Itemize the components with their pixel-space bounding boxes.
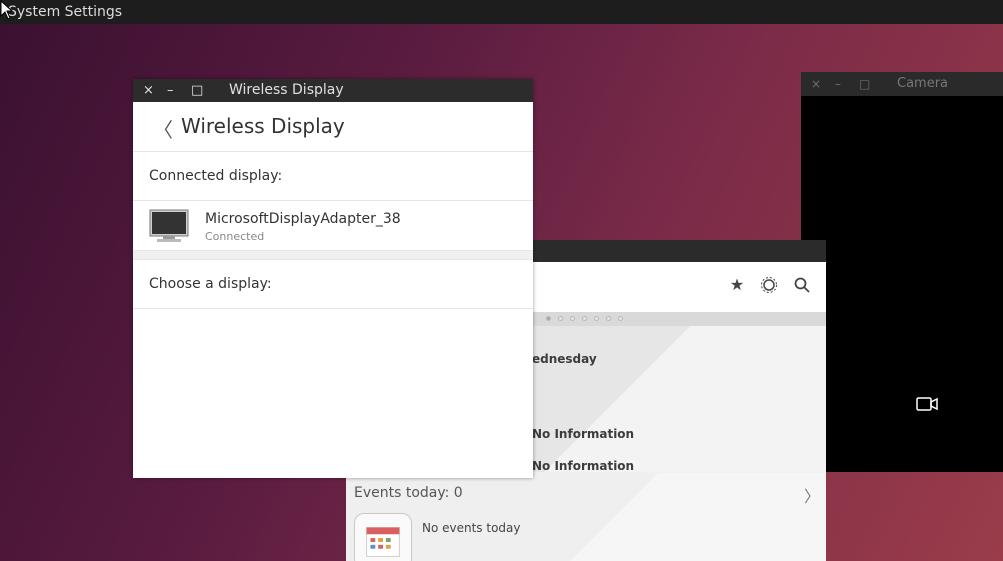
- events-label: Events today: 0: [354, 485, 463, 501]
- connected-section-header: Connected display:: [133, 152, 533, 201]
- page-header: 〈 Wireless Display: [133, 102, 533, 152]
- maximize-icon[interactable]: □: [859, 72, 870, 96]
- close-icon[interactable]: ×: [811, 72, 821, 96]
- day-label: ednesday: [532, 352, 597, 366]
- page-dot[interactable]: [558, 316, 563, 321]
- gear-icon[interactable]: [760, 276, 778, 294]
- info-value: No Information: [532, 459, 635, 473]
- camera-window: × – □ Camera: [801, 72, 1003, 472]
- connected-display-item[interactable]: MicrosoftDisplayAdapter_38 Connected: [133, 201, 533, 251]
- page-dot[interactable]: [594, 316, 599, 321]
- wireless-display-window: × – □ Wireless Display 〈 Wireless Displa…: [133, 79, 533, 478]
- app-title: System Settings: [8, 4, 123, 20]
- chevron-right-icon[interactable]: 〉: [804, 483, 820, 507]
- device-name: MicrosoftDisplayAdapter_38: [205, 211, 401, 227]
- camera-title: Camera: [897, 76, 949, 91]
- choose-section-header: Choose a display:: [133, 260, 533, 309]
- info-value: No Information: [532, 427, 635, 441]
- search-icon[interactable]: [793, 276, 811, 294]
- page-title: Wireless Display: [181, 114, 345, 138]
- window-title: Wireless Display: [229, 82, 344, 98]
- video-camera-icon[interactable]: [916, 397, 938, 411]
- minimize-icon[interactable]: –: [167, 79, 174, 102]
- page-dot[interactable]: [570, 316, 575, 321]
- calendar-icon: [354, 513, 412, 561]
- divider: [133, 251, 533, 260]
- mouse-cursor-icon: [0, 0, 14, 20]
- monitor-icon: [149, 209, 189, 242]
- close-icon[interactable]: ×: [143, 79, 154, 102]
- camera-titlebar: × – □ Camera: [801, 72, 1003, 96]
- page-dot[interactable]: [618, 316, 623, 321]
- maximize-icon[interactable]: □: [191, 79, 203, 102]
- star-icon[interactable]: ★: [728, 276, 746, 294]
- page-dot[interactable]: [546, 316, 551, 321]
- back-button[interactable]: 〈: [153, 114, 173, 143]
- events-panel[interactable]: Events today: 0 〉 No events today: [346, 473, 826, 561]
- minimize-icon[interactable]: –: [835, 72, 841, 96]
- wireless-titlebar: × – □ Wireless Display: [133, 79, 533, 102]
- choose-section-label: Choose a display:: [149, 276, 272, 292]
- page-dot[interactable]: [606, 316, 611, 321]
- connected-section-label: Connected display:: [149, 168, 283, 184]
- device-status: Connected: [205, 230, 265, 243]
- no-events-text: No events today: [422, 521, 521, 535]
- page-dot[interactable]: [582, 316, 587, 321]
- top-menu-bar: System Settings: [0, 0, 1003, 24]
